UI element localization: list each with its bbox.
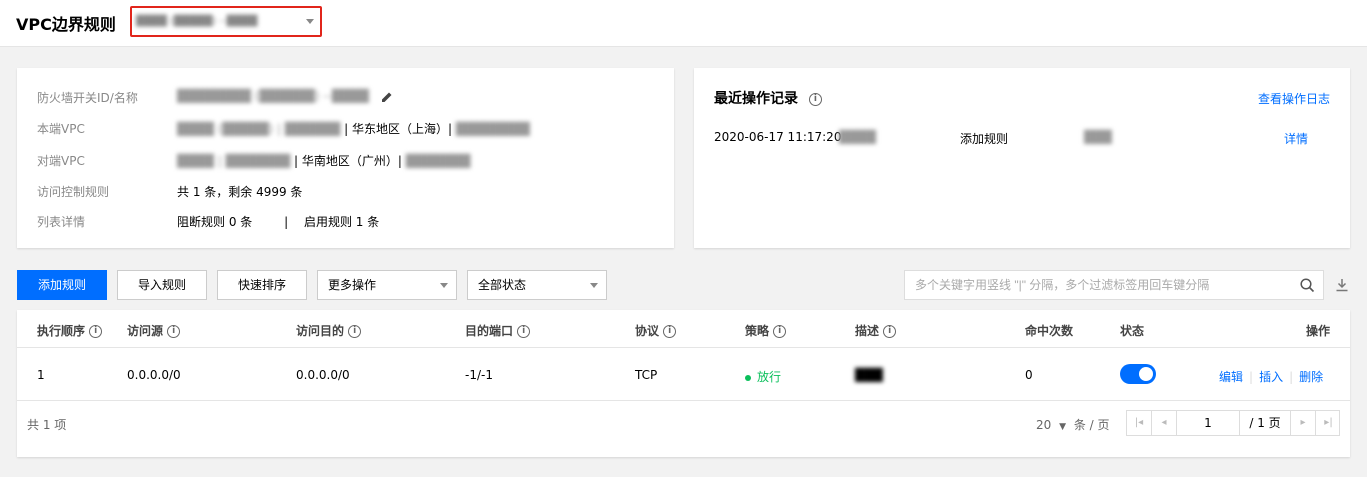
- chevron-down-icon: [306, 19, 314, 24]
- table-divider: [17, 400, 1350, 401]
- peer-vpc-region: | 华南地区（广州）|: [294, 154, 402, 168]
- cell-protocol: TCP: [635, 368, 658, 382]
- total-count: 共 1 项: [27, 418, 67, 432]
- insert-link[interactable]: 插入: [1259, 370, 1283, 384]
- cell-order: 1: [37, 368, 45, 382]
- column-header-order: 执行顺序 i: [37, 322, 103, 339]
- cell-source: 0.0.0.0/0: [127, 368, 181, 382]
- column-header-port: 目的端口 i: [465, 322, 531, 339]
- cell-hits: 0: [1025, 368, 1033, 382]
- local-vpc-cidr: ████████: [455, 122, 530, 136]
- column-header-protocol: 协议 i: [635, 322, 677, 339]
- local-vpc-region: | 华东地区（上海）|: [344, 122, 453, 136]
- column-header-actions: 操作: [1306, 324, 1331, 338]
- instance-select[interactable]: ████ (█████) --████: [130, 6, 322, 37]
- prev-page-icon[interactable]: ◂: [1152, 411, 1177, 435]
- peer-vpc-cidr: ███████: [405, 154, 471, 168]
- page-size-select[interactable]: 20 ▼ 条 / 页: [1036, 416, 1110, 433]
- top-bar: VPC边界规则 ████ (█████) --████: [0, 0, 1367, 47]
- first-page-icon[interactable]: |◂: [1127, 411, 1152, 435]
- peer-vpc-name: ████ | ███████: [177, 154, 291, 168]
- log-detail-link[interactable]: 详情: [1284, 130, 1308, 147]
- log-user: ████: [839, 130, 876, 144]
- info-icon[interactable]: i: [808, 92, 822, 106]
- chevron-down-icon: [440, 283, 448, 288]
- info-icon[interactable]: i: [773, 325, 787, 338]
- instance-select-value: ████ (█████) --████: [136, 16, 258, 27]
- cell-desc: ███: [855, 368, 883, 382]
- info-icon[interactable]: i: [89, 325, 103, 338]
- info-icon[interactable]: i: [883, 325, 897, 338]
- table-divider: [17, 347, 1350, 348]
- pagination: |◂ ◂ 1 / 1 页 ▸ ▸|: [1126, 410, 1340, 436]
- peer-vpc-label: 对端VPC: [37, 154, 85, 168]
- more-ops-label: 更多操作: [328, 278, 377, 292]
- cell-port: -1/-1: [465, 368, 493, 382]
- acl-value: 共 1 条，剩余 4999 条: [177, 185, 303, 199]
- column-header-hits: 命中次数: [1025, 324, 1074, 338]
- gateway-label: 防火墙开关ID/名称: [37, 91, 138, 105]
- download-icon[interactable]: [1335, 278, 1349, 292]
- more-ops-dropdown[interactable]: 更多操作: [317, 270, 457, 300]
- log-action: 添加规则: [960, 132, 1009, 146]
- info-icon[interactable]: i: [167, 325, 181, 338]
- search-input[interactable]: [905, 271, 1285, 299]
- last-page-icon[interactable]: ▸|: [1316, 411, 1341, 435]
- acl-label: 访问控制规则: [37, 185, 110, 199]
- delete-link[interactable]: 删除: [1299, 370, 1323, 384]
- chevron-down-icon: [590, 283, 598, 288]
- log-title: 最近操作记录: [714, 91, 798, 107]
- search-icon[interactable]: [1300, 278, 1315, 293]
- info-icon[interactable]: i: [517, 325, 531, 338]
- page-input[interactable]: 1: [1177, 411, 1240, 435]
- detail-label: 列表详情: [37, 215, 86, 229]
- view-log-link[interactable]: 查看操作日志: [1258, 90, 1330, 107]
- search-box: [904, 270, 1324, 300]
- log-target: ███: [1084, 130, 1112, 144]
- cell-dest: 0.0.0.0/0: [296, 368, 350, 382]
- local-vpc-label: 本端VPC: [37, 122, 85, 136]
- column-header-source: 访问源 i: [127, 322, 181, 339]
- gateway-value: ████████ (██████) --████: [177, 89, 369, 103]
- column-header-policy: 策略 i: [745, 322, 787, 339]
- info-card: 防火墙开关ID/名称 ████████ (██████) --████ 本端VP…: [17, 68, 674, 248]
- status-toggle[interactable]: [1120, 364, 1156, 384]
- status-dot-icon: [745, 374, 751, 381]
- next-page-icon[interactable]: ▸: [1291, 411, 1316, 435]
- info-icon[interactable]: i: [663, 325, 677, 338]
- quick-sort-button[interactable]: 快速排序: [217, 270, 307, 300]
- add-rule-button[interactable]: 添加规则: [17, 270, 107, 300]
- column-header-status: 状态: [1120, 324, 1145, 338]
- cell-actions: 编辑 | 插入 | 删除: [1219, 370, 1324, 384]
- detail-block-count: 阻断规则 0 条: [177, 215, 253, 229]
- import-rule-button[interactable]: 导入规则: [117, 270, 207, 300]
- detail-separator: |: [284, 215, 289, 229]
- edit-link[interactable]: 编辑: [1219, 370, 1243, 384]
- status-filter-dropdown[interactable]: 全部状态: [467, 270, 607, 300]
- column-header-desc: 描述 i: [855, 322, 897, 339]
- caret-down-icon: ▼: [1059, 422, 1067, 432]
- page-title: VPC边界规则: [16, 15, 116, 34]
- edit-pencil-icon[interactable]: [381, 91, 393, 103]
- cell-policy: 放行: [745, 368, 781, 385]
- info-icon[interactable]: i: [348, 325, 362, 338]
- rules-table: 执行顺序 i 访问源 i 访问目的 i 目的端口 i 协议 i 策略 i 描述 …: [17, 310, 1350, 457]
- status-filter-label: 全部状态: [478, 278, 527, 292]
- column-header-dest: 访问目的 i: [296, 322, 362, 339]
- operation-log-card: 最近操作记录 i 查看操作日志 2020-06-17 11:17:20 ████…: [694, 68, 1350, 248]
- total-pages: / 1 页: [1240, 411, 1291, 435]
- local-vpc-name: ████ (█████) | ██████: [177, 122, 341, 136]
- detail-enabled-count: 启用规则 1 条: [303, 215, 380, 229]
- log-time: 2020-06-17 11:17:20: [714, 130, 842, 144]
